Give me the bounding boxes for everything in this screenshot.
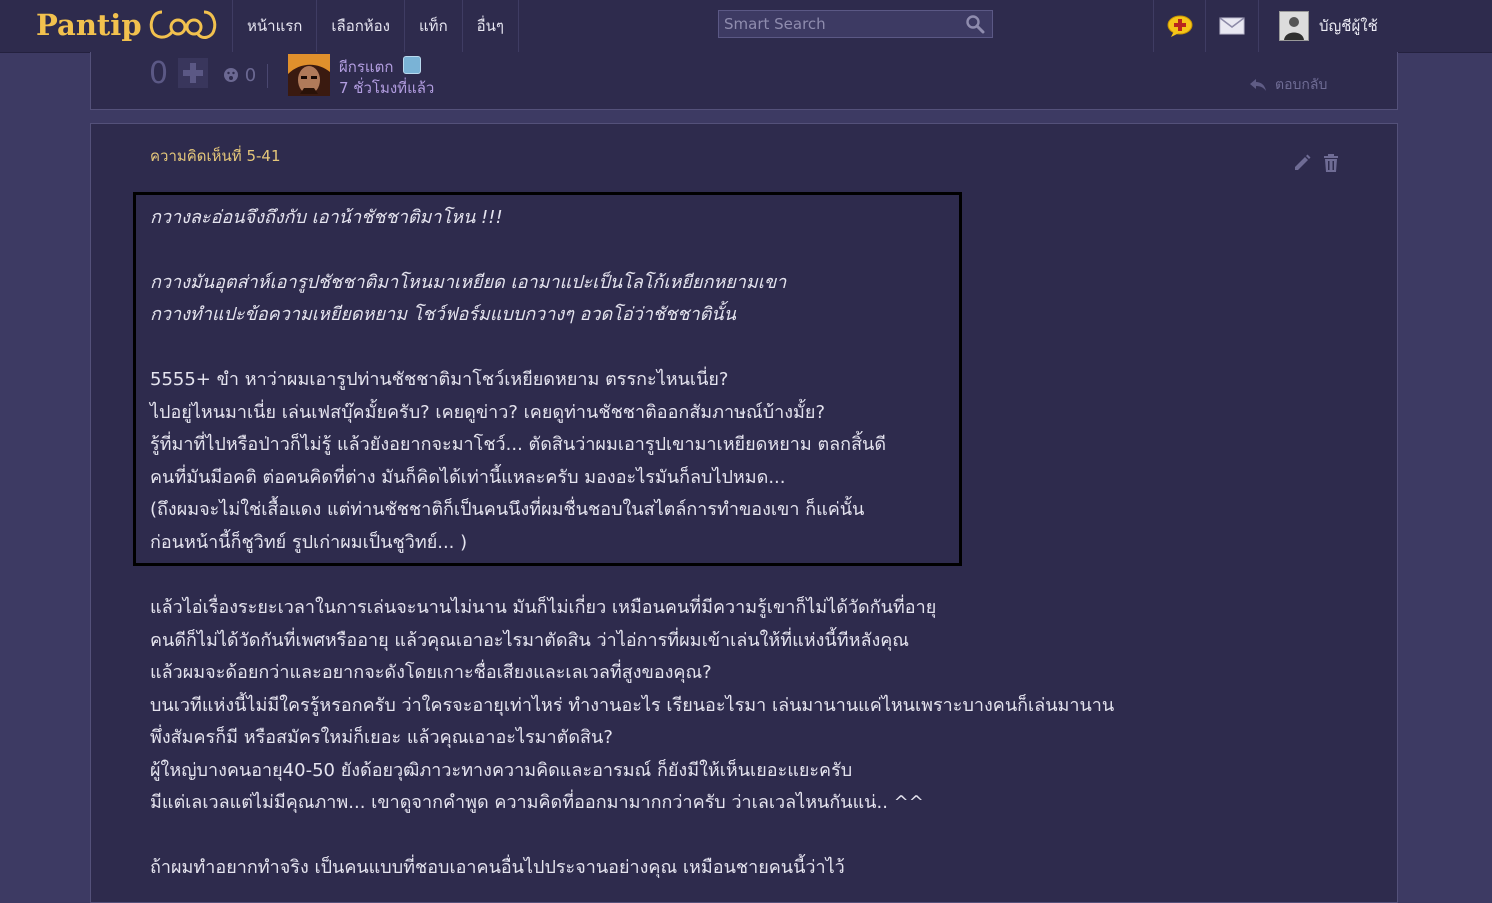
emotion-face-icon [224,68,238,82]
emotion-button[interactable]: 0 [223,65,256,86]
reply-label: ตอบกลับ [1275,77,1328,93]
logo-text: Pantip [36,8,142,42]
logo-mark-icon [149,10,216,39]
emotion-count: 0 [244,65,257,86]
body-line: มีแต่เลเวลแต่ไม่มีคุณภาพ... เขาดูจากคำพู… [150,792,924,813]
author-avatar[interactable] [288,54,330,96]
account-label: บัญชีผู้ใช้ [1319,17,1378,35]
comment-tools [1293,154,1339,172]
account-menu[interactable]: บัญชีผู้ใช้ [1258,0,1492,52]
search-input[interactable] [719,14,958,34]
nav-select-room[interactable]: เลือกห้อง [317,0,406,52]
nav-others[interactable]: อื่นๆ [463,0,519,52]
reply-icon [1250,79,1266,91]
quote-line: (ถึงผมจะไม่ใช่เสื้อแดง แต่ท่านชัชชาติก็เ… [150,499,865,520]
quote-line: ก่อนหน้านี้ก็ชูวิทย์ รูปเก่าผมเป็นชูวิทย… [150,532,468,553]
divider [267,64,268,88]
quote-line: ไปอยู่ไหนมาเนี่ย เล่นเฟสบุ๊คมั้ยครับ? เค… [150,402,825,423]
body-line: ผู้ใหญ่บางคนอายุ40-50 ยังด้อยวุฒิภาวะทาง… [150,760,853,781]
author-avatar-image [288,54,330,96]
post-time: 7 ชั่วโมงที่แล้ว [339,79,435,97]
member-badge-icon [403,56,421,74]
vote-plus-button[interactable] [178,58,208,88]
vote-count: 0 [149,56,169,91]
messages-button[interactable] [1205,0,1258,52]
comment-card: ความคิดเห็นที่ 5-41 กวางละอ่อนจึงถึงกับ … [90,123,1398,903]
body-line: แล้วไอ่เรื่องระยะเวลาในการเล่นจะนานไม่นา… [150,597,937,618]
new-topic-button[interactable] [1153,0,1206,52]
quote-line: กวางมันอุตส่าห์เอารูปชัชชาติมาโหนมาเหยีย… [150,272,787,293]
comment-number[interactable]: ความคิดเห็นที่ 5-41 [150,144,281,168]
quote-line: รู้ที่มาที่ไปหรือป่าวก็ไม่รู้ แล้วยังอยา… [150,434,887,455]
main-nav: หน้าแรก เลือกห้อง แท็ก อื่นๆ [232,0,519,52]
search-button[interactable] [958,11,992,37]
body-line: ถ้าผมทำอยากทำจริง เป็นคนแบบที่ชอบเอาคนอื… [150,857,845,878]
body-line: พึ่งสัมครก็มี หรือสมัครใหม่ก็เยอะ แล้วคุ… [150,727,613,748]
quote-line: คนที่มันมีอคติ ต่อคนคิดที่ต่าง มันก็คิดไ… [150,467,786,488]
quote-line: 5555+ ขำ หาว่าผมเอารูปท่านชัชชาติมาโชว์เ… [150,369,729,390]
search-icon [966,15,985,34]
plus-icon [183,63,203,83]
mail-icon [1219,17,1245,35]
edit-icon[interactable] [1293,154,1311,172]
quote-line: กวางละอ่อนจึงถึงกับ เอาน้าชัชชาติมาโหน !… [150,207,503,228]
nav-home[interactable]: หน้าแรก [232,0,318,52]
delete-icon[interactable] [1323,154,1339,172]
search-box [718,10,993,38]
top-navigation-bar: Pantip หน้าแรก เลือกห้อง แท็ก อื่นๆ Smar… [0,0,1492,53]
quote-line: กวางทำแปะข้อความเหยียดหยาม โชว์ฟอร์มแบบก… [150,304,736,325]
previous-comment-footer: 0 0 ผีกรแตก 7 ชั่วโมงที่แล้ว ตอบกลับ [90,52,1398,110]
body-line: คนดีก็ไม่ได้วัดกันที่เพศหรืออายุ แล้วคุณ… [150,630,909,651]
reply-button[interactable]: ตอบกลับ [1249,74,1327,96]
user-avatar [1279,11,1309,41]
pantip-logo[interactable]: Pantip [36,4,218,46]
user-avatar-icon [1280,12,1308,40]
body-line: แล้วผมจะด้อยกว่าและอยากจะดังโดยเกาะชื่อเ… [150,662,712,683]
body-line: บนเวทีแห่งนี้ไม่มีใครรู้หรอกครับ ว่าใครจ… [150,695,1115,716]
new-topic-icon [1167,15,1193,37]
nav-tags[interactable]: แท็ก [405,0,463,52]
